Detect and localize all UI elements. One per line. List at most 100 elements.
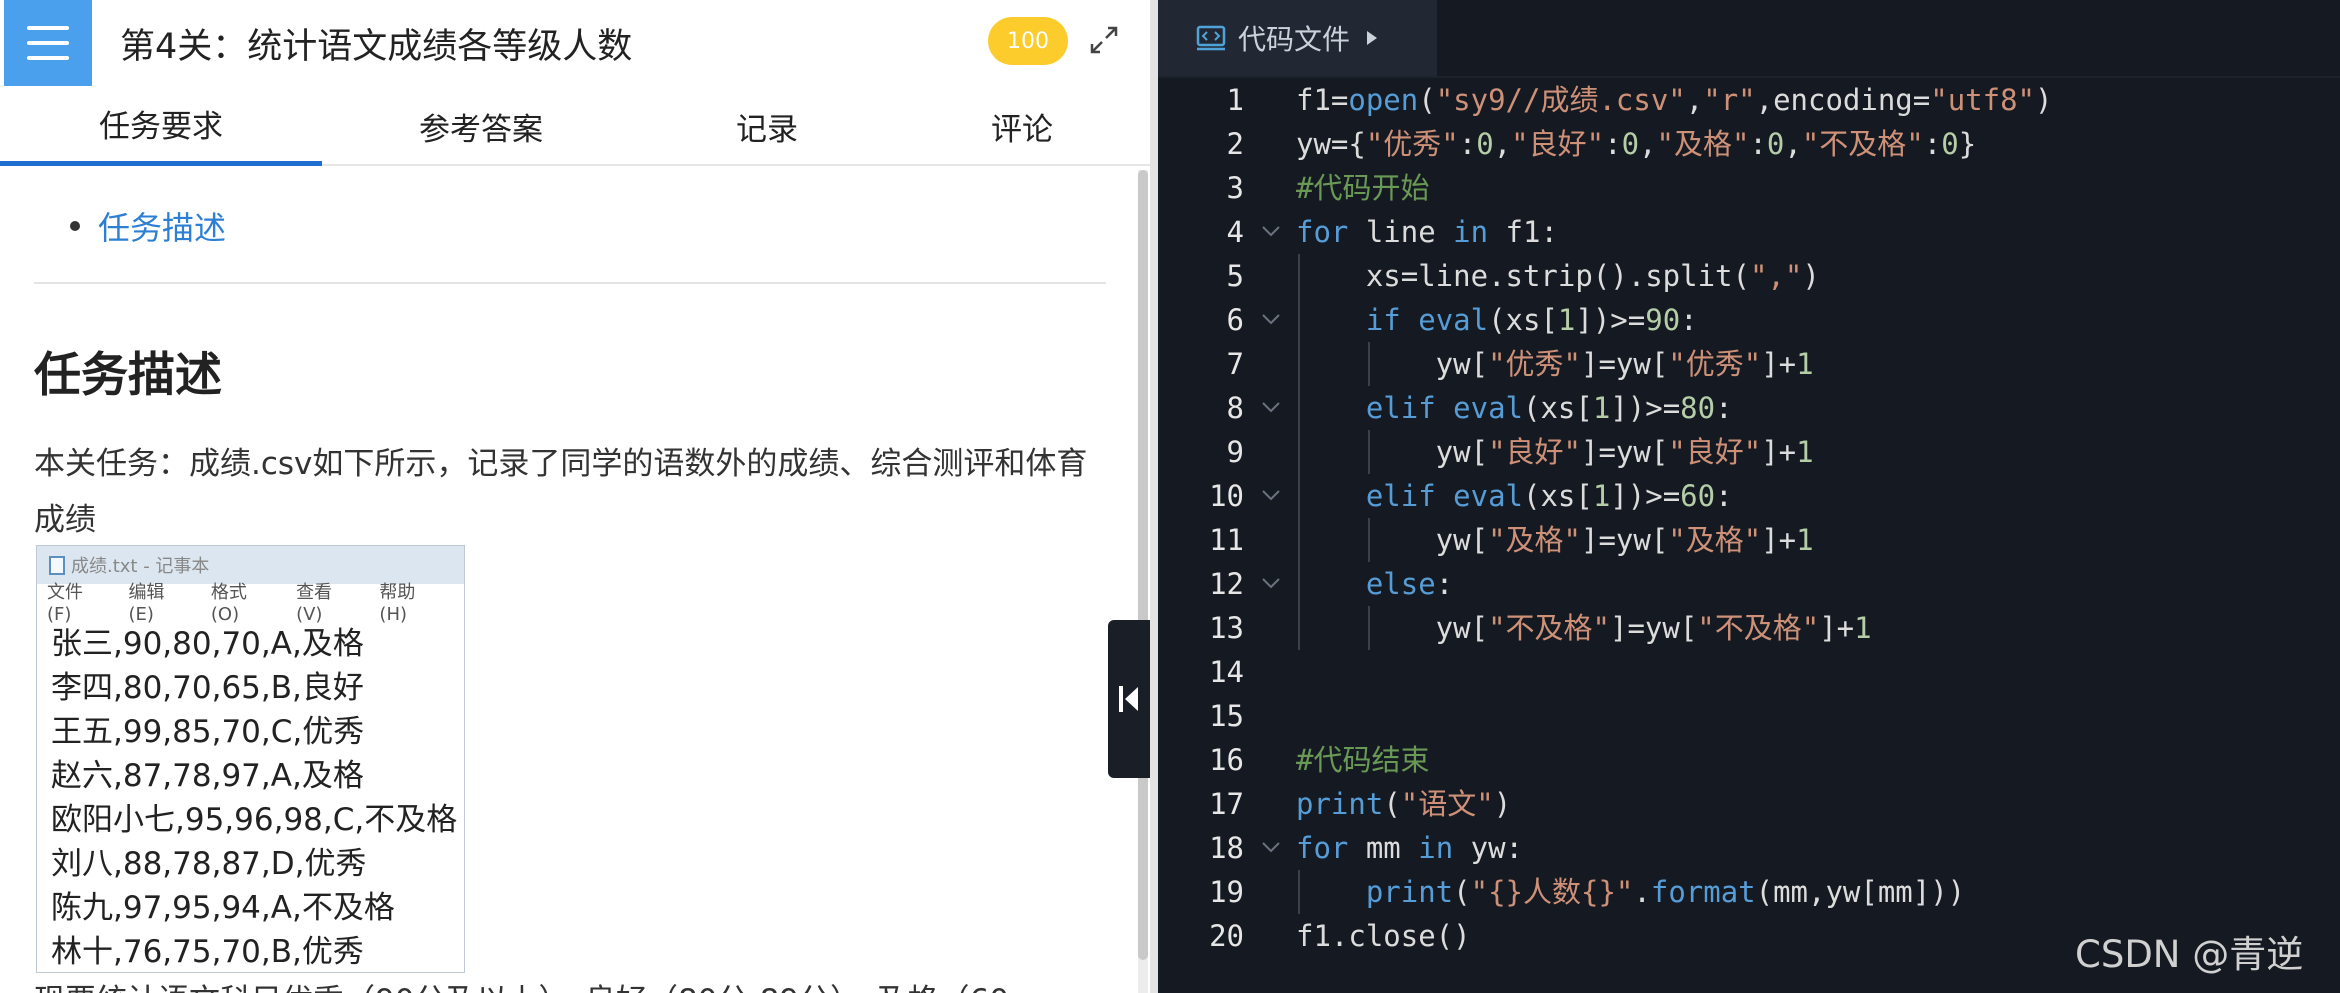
code-text: yw["不及格"]=yw["不及格"]+1 bbox=[1296, 606, 1872, 650]
code-line[interactable]: 3 #代码开始 bbox=[1158, 166, 2340, 210]
toc-link-task-description[interactable]: 任务描述 bbox=[98, 203, 226, 249]
code-token: eval bbox=[1418, 303, 1489, 337]
code-line[interactable]: 12 else: bbox=[1158, 562, 2340, 606]
line-number: 7 bbox=[1226, 347, 1244, 381]
fold-chevron-icon[interactable] bbox=[1260, 308, 1282, 330]
fold-chevron-icon[interactable] bbox=[1260, 484, 1282, 506]
line-number: 12 bbox=[1209, 567, 1244, 601]
level-title: 第4关：统计语文成绩各等级人数 bbox=[120, 27, 633, 67]
indent-guide bbox=[1298, 254, 1300, 650]
code-token: yw[ bbox=[1296, 523, 1489, 557]
code-token: ])>= bbox=[1575, 303, 1646, 337]
notepad-line: 李四,80,70,65,B,良好 bbox=[51, 670, 364, 706]
code-token: #代码结束 bbox=[1296, 743, 1430, 777]
code-line[interactable]: 6 if eval(xs[1])>=90: bbox=[1158, 298, 2340, 342]
code-line[interactable]: 19 print("{}人数{}".format(mm,yw[mm])) bbox=[1158, 870, 2340, 914]
code-token: } bbox=[1958, 127, 1977, 161]
code-line[interactable]: 17 print("语文") bbox=[1158, 782, 2340, 826]
panel-divider[interactable] bbox=[1150, 0, 1158, 993]
code-token: "," bbox=[1749, 259, 1803, 293]
fold-chevron-icon[interactable] bbox=[1260, 572, 1282, 594]
code-line[interactable]: 14 bbox=[1158, 650, 2340, 694]
code-token: ]+ bbox=[1761, 347, 1797, 381]
code-token: , bbox=[1639, 127, 1657, 161]
code-token: print bbox=[1296, 787, 1384, 821]
code-token: ]+ bbox=[1761, 435, 1797, 469]
code-token: #代码开始 bbox=[1296, 171, 1430, 205]
notepad-line: 张三,90,80,70,A,及格 bbox=[51, 626, 364, 662]
fold-chevron-icon[interactable] bbox=[1260, 220, 1282, 242]
code-token: : bbox=[1749, 127, 1767, 161]
expand-icon[interactable] bbox=[1088, 24, 1120, 56]
toc-bullet bbox=[70, 221, 80, 231]
code-line[interactable]: 7 yw["优秀"]=yw["优秀"]+1 bbox=[1158, 342, 2340, 386]
notepad-menu-item: 编辑(E) bbox=[128, 581, 165, 625]
fold-chevron-icon[interactable] bbox=[1260, 836, 1282, 858]
code-token: "不及格" bbox=[1801, 127, 1924, 161]
code-line[interactable]: 1 f1=open("sy9//成绩.csv","r",encoding="utf… bbox=[1158, 78, 2340, 122]
code-line[interactable]: 11 yw["及格"]=yw["及格"]+1 bbox=[1158, 518, 2340, 562]
code-text: yw["优秀"]=yw["优秀"]+1 bbox=[1296, 342, 1814, 386]
file-tab[interactable]: 代码文件 bbox=[1158, 0, 1437, 76]
code-line[interactable]: 9 yw["良好"]=yw["良好"]+1 bbox=[1158, 430, 2340, 474]
code-token: ( bbox=[1383, 787, 1401, 821]
fold-chevron-icon[interactable] bbox=[1260, 396, 1282, 418]
code-token: yw: bbox=[1453, 831, 1523, 865]
menu-button[interactable] bbox=[4, 0, 92, 86]
code-line[interactable]: 5 xs=line.strip().split(",") bbox=[1158, 254, 2340, 298]
code-token: f1.close() bbox=[1296, 919, 1471, 953]
code-line[interactable]: 18 for mm in yw: bbox=[1158, 826, 2340, 870]
code-token: if bbox=[1365, 303, 1401, 337]
code-token: ( bbox=[1418, 83, 1436, 117]
code-line[interactable]: 8 elif eval(xs[1])>=80: bbox=[1158, 386, 2340, 430]
watermark: CSDN @青逆 bbox=[2075, 933, 2304, 976]
code-line[interactable]: 16 #代码结束 bbox=[1158, 738, 2340, 782]
code-token: elif bbox=[1365, 479, 1436, 513]
code-line[interactable]: 2 yw={"优秀":0,"良好":0,"及格":0,"不及格":0} bbox=[1158, 122, 2340, 166]
code-token: in bbox=[1418, 831, 1454, 865]
line-number: 8 bbox=[1226, 391, 1244, 425]
code-token: "优秀" bbox=[1668, 347, 1762, 381]
notepad-line: 刘八,88,78,87,D,优秀 bbox=[51, 846, 367, 882]
notepad-screenshot: 成绩.txt - 记事本 文件(F) 编辑(E) 格式(O) 查看(V) 帮助(… bbox=[36, 545, 465, 973]
code-line[interactable]: 15 bbox=[1158, 694, 2340, 738]
code-token: eval bbox=[1453, 479, 1523, 513]
code-token: . bbox=[1633, 875, 1651, 909]
tab-task-requirements[interactable]: 任务要求 bbox=[0, 86, 322, 166]
code-token: for bbox=[1296, 215, 1349, 249]
collapse-panel-button[interactable] bbox=[1108, 620, 1150, 778]
code-token: 0 bbox=[1476, 127, 1494, 161]
code-text: f1=open("sy9//成绩.csv","r",encoding="utf8… bbox=[1296, 78, 2052, 122]
toc-divider bbox=[34, 282, 1106, 284]
code-token: ]+ bbox=[1761, 523, 1797, 557]
scrollbar-thumb[interactable] bbox=[1138, 170, 1148, 960]
code-text: #代码结束 bbox=[1296, 738, 1429, 782]
code-token: : bbox=[1458, 127, 1477, 161]
code-line[interactable]: 10 elif eval(xs[1])>=60: bbox=[1158, 474, 2340, 518]
code-line[interactable]: 13 yw["不及格"]=yw["不及格"]+1 bbox=[1158, 606, 2340, 650]
code-token: 1 bbox=[1592, 391, 1611, 425]
code-token: (xs[ bbox=[1488, 303, 1558, 337]
code-text: f1.close() bbox=[1296, 914, 1471, 958]
code-file-icon bbox=[1196, 25, 1226, 51]
code-token: yw[ bbox=[1296, 611, 1489, 645]
tab-reference-answer[interactable]: 参考答案 bbox=[322, 86, 640, 166]
code-token: , bbox=[1493, 127, 1512, 161]
tab-records[interactable]: 记录 bbox=[640, 86, 894, 166]
code-token: in bbox=[1453, 215, 1489, 249]
tab-comments[interactable]: 评论 bbox=[894, 86, 1150, 166]
indent-guide bbox=[1298, 870, 1300, 914]
code-token: ( bbox=[1453, 875, 1471, 909]
cut-off-paragraph: 现要统计语文科目优秀（90分及以上）、良好（80分-89分）、及格（60 bbox=[34, 975, 1009, 993]
code-text: print("语文") bbox=[1296, 782, 1511, 826]
code-token: "不及格" bbox=[1697, 611, 1820, 645]
line-number: 14 bbox=[1209, 655, 1244, 689]
code-text: print("{}人数{}".format(mm,yw[mm])) bbox=[1296, 870, 1965, 914]
line-number: 20 bbox=[1209, 919, 1244, 953]
tab-bar: 任务要求 参考答案 记录 评论 bbox=[0, 86, 1150, 166]
code-text: else: bbox=[1296, 562, 1453, 606]
code-line[interactable]: 4 for line in f1: bbox=[1158, 210, 2340, 254]
